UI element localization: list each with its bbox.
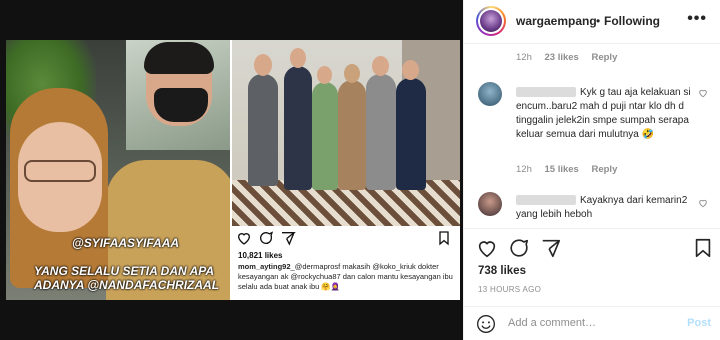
face-mask-shape bbox=[154, 88, 208, 122]
person-head bbox=[254, 54, 272, 76]
emoji-icon[interactable] bbox=[476, 314, 496, 334]
commenter-username-redacted[interactable] bbox=[516, 87, 576, 98]
comment-like-heart-icon[interactable] bbox=[698, 88, 708, 98]
post-action-bar: 738 likes 13 HOURS AGO bbox=[464, 228, 720, 318]
comment-time: 12h bbox=[516, 164, 532, 175]
embedded-likes: 10,821 likes bbox=[238, 251, 283, 260]
person-figure bbox=[338, 80, 366, 190]
commenter-username-redacted[interactable] bbox=[516, 195, 576, 206]
comment-input[interactable]: Add a comment… bbox=[508, 317, 596, 329]
image-collage: @SYIFAASYIFAAA YANG SELALU SETIA DAN APA… bbox=[6, 40, 460, 300]
person-figure bbox=[366, 74, 396, 190]
separator-dot: • bbox=[596, 14, 601, 28]
post-image[interactable]: @SYIFAASYIFAAA YANG SELALU SETIA DAN APA… bbox=[0, 0, 463, 340]
post-header: wargaempang • Following ••• bbox=[464, 0, 720, 44]
person-figure bbox=[248, 74, 278, 186]
post-side-panel: wargaempang • Following ••• 12h 23 likes… bbox=[463, 0, 720, 340]
heart-icon bbox=[237, 233, 251, 245]
person-head bbox=[317, 66, 332, 84]
comment-body: Kyk g tau aja kelakuan si encum..baru2 m… bbox=[516, 86, 696, 142]
person-head bbox=[402, 60, 419, 80]
reply-button[interactable]: Reply bbox=[591, 164, 617, 175]
person-figure bbox=[284, 66, 312, 190]
embedded-post-screenshot: 10,821 likes mom_ayting92_@dermaprosf ma… bbox=[232, 40, 460, 300]
group-photo bbox=[232, 40, 460, 226]
commenter-avatar[interactable] bbox=[478, 82, 502, 106]
author-avatar[interactable] bbox=[476, 6, 506, 36]
car-selfie-photo: @SYIFAASYIFAAA YANG SELALU SETIA DAN APA… bbox=[6, 40, 230, 300]
add-comment-bar: Add a comment… Post bbox=[464, 306, 720, 340]
like-heart-icon[interactable] bbox=[476, 237, 498, 259]
overlay-caption-text: YANG SELALU SETIA DAN APA ADANYA @NANDAF… bbox=[34, 264, 220, 292]
person-head bbox=[372, 56, 389, 76]
avatar-image bbox=[480, 10, 502, 32]
reply-button[interactable]: Reply bbox=[591, 52, 617, 63]
person-head bbox=[290, 48, 306, 68]
comment-icon[interactable] bbox=[508, 237, 530, 259]
comment-body: Kayaknya dari kemarin2 yang lebih heboh bbox=[516, 194, 696, 222]
author-username[interactable]: wargaempang bbox=[516, 14, 597, 28]
embedded-caption-user: mom_ayting92 bbox=[238, 262, 291, 271]
likes-count[interactable]: 738 likes bbox=[478, 265, 526, 277]
post-comment-button[interactable]: Post bbox=[687, 317, 711, 329]
man-hair-shape bbox=[144, 42, 214, 74]
more-options-icon[interactable]: ••• bbox=[687, 10, 707, 28]
post-timestamp[interactable]: 13 HOURS AGO bbox=[478, 285, 541, 294]
following-button[interactable]: Following bbox=[604, 14, 660, 28]
comment-time: 12h bbox=[516, 52, 532, 63]
bookmark-icon bbox=[439, 231, 449, 246]
commenter-avatar[interactable] bbox=[478, 192, 502, 216]
embedded-action-bar bbox=[236, 230, 456, 248]
comment-likes[interactable]: 23 likes bbox=[545, 52, 579, 63]
comments-list[interactable]: 12h 23 likes Reply Kyk g tau aja kelakua… bbox=[464, 44, 720, 227]
comment-like-heart-icon[interactable] bbox=[698, 198, 708, 208]
embedded-caption: mom_ayting92_@dermaprosf makasih @koko_k… bbox=[238, 262, 458, 292]
comment-icon bbox=[260, 231, 274, 244]
person-figure bbox=[312, 82, 338, 190]
save-bookmark-icon[interactable] bbox=[692, 237, 714, 259]
comment-meta: 12h 15 likes Reply bbox=[516, 164, 627, 175]
comment-likes[interactable]: 15 likes bbox=[545, 164, 579, 175]
person-figure bbox=[396, 78, 426, 190]
person-head bbox=[344, 64, 360, 83]
overlay-caption-handle: @SYIFAASYIFAAA bbox=[72, 236, 180, 250]
glasses-shape bbox=[24, 160, 96, 182]
comment-meta: 12h 23 likes Reply bbox=[516, 52, 627, 63]
share-icon bbox=[282, 232, 296, 246]
share-icon[interactable] bbox=[540, 237, 562, 259]
